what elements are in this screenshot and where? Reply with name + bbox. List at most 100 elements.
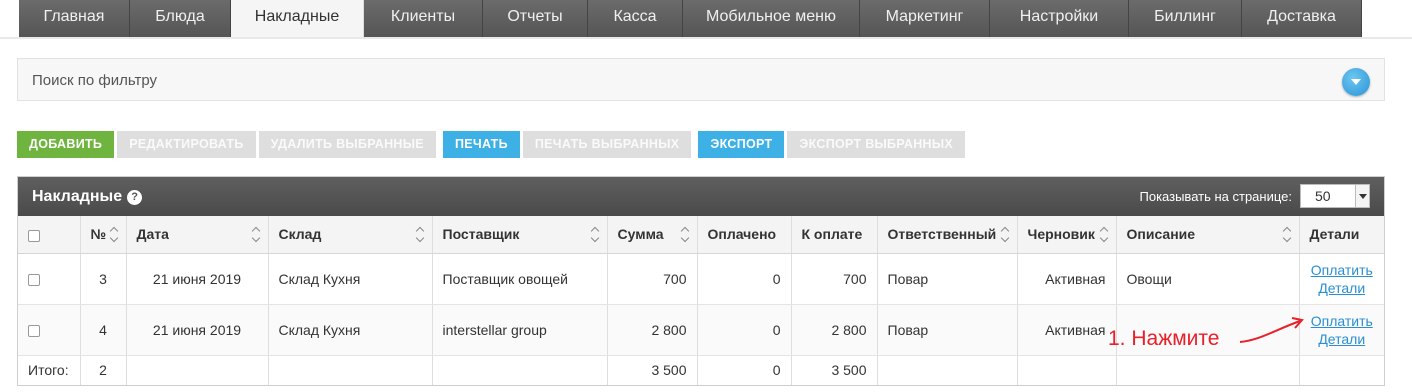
nav-tab-bar: Главная Блюда Накладные Клиенты Отчеты К… bbox=[19, 0, 1362, 38]
per-page-select[interactable]: 50 bbox=[1300, 184, 1370, 208]
cell-details: Оплатить Детали bbox=[1299, 304, 1384, 356]
per-page-value: 50 bbox=[1315, 188, 1331, 204]
header-details: Детали bbox=[1299, 216, 1384, 254]
select-all-header bbox=[18, 216, 81, 254]
sort-icon[interactable] bbox=[252, 228, 262, 242]
cell-num: 3 bbox=[80, 253, 127, 305]
panel-header: Накладные? Показывать на странице: 50 bbox=[18, 177, 1384, 216]
tab-main[interactable]: Главная bbox=[19, 0, 130, 37]
cell-draft: Активная bbox=[1017, 253, 1117, 305]
export-selected-button[interactable]: ЭКСПОРТ ВЫБРАННЫХ bbox=[787, 131, 966, 158]
header-date[interactable]: Дата bbox=[126, 216, 269, 254]
filter-panel[interactable]: Поиск по фильтру bbox=[17, 58, 1385, 101]
cell-responsible: Повар bbox=[877, 304, 1018, 356]
print-button[interactable]: ПЕЧАТЬ bbox=[442, 131, 520, 158]
totals-label: Итого: bbox=[18, 355, 81, 385]
header-responsible-label: Ответственный bbox=[887, 226, 997, 243]
header-description-label: Описание bbox=[1126, 226, 1196, 243]
header-num[interactable]: № bbox=[80, 216, 127, 254]
annotation-arrow-icon bbox=[1239, 317, 1304, 343]
header-to-pay: К оплате bbox=[791, 216, 878, 254]
action-toolbar: ДОБАВИТЬ РЕДАКТИРОВАТЬ УДАЛИТЬ ВЫБРАННЫЕ… bbox=[17, 131, 966, 158]
cell-date: 21 июня 2019 bbox=[126, 253, 269, 305]
per-page-label: Показывать на странице: bbox=[1139, 188, 1293, 204]
cell-sum: 700 bbox=[607, 253, 698, 305]
tab-reports[interactable]: Отчеты bbox=[483, 0, 588, 37]
sort-icon[interactable] bbox=[416, 228, 426, 242]
sort-icon[interactable] bbox=[1001, 228, 1011, 242]
details-link[interactable]: Детали bbox=[1310, 330, 1375, 348]
tab-mobile-menu[interactable]: Мобильное меню bbox=[683, 0, 860, 37]
header-warehouse-label: Склад bbox=[278, 226, 322, 243]
tab-settings[interactable]: Настройки bbox=[990, 0, 1129, 37]
tab-cashbox[interactable]: Касса bbox=[588, 0, 683, 37]
print-selected-button[interactable]: ПЕЧАТЬ ВЫБРАННЫХ bbox=[522, 131, 692, 158]
pay-link[interactable]: Оплатить bbox=[1310, 312, 1375, 330]
sort-icon[interactable] bbox=[681, 228, 691, 242]
empty-cell bbox=[877, 355, 1018, 385]
header-description[interactable]: Описание bbox=[1116, 216, 1300, 254]
pay-link[interactable]: Оплатить bbox=[1310, 261, 1375, 279]
export-button[interactable]: ЭКСПОРТ bbox=[698, 131, 785, 158]
tab-delivery[interactable]: Доставка bbox=[1242, 0, 1362, 37]
totals-count: 2 bbox=[80, 355, 127, 385]
empty-cell bbox=[1017, 355, 1117, 385]
totals-sum: 3 500 bbox=[607, 355, 698, 385]
help-icon[interactable]: ? bbox=[127, 190, 143, 205]
cell-to-pay: 2 800 bbox=[791, 304, 878, 356]
totals-row: Итого: 2 3 500 0 3 500 bbox=[18, 355, 1384, 385]
header-warehouse[interactable]: Склад bbox=[268, 216, 433, 254]
header-responsible[interactable]: Ответственный bbox=[877, 216, 1018, 254]
table-row: 3 21 июня 2019 Склад Кухня Поставщик ово… bbox=[18, 253, 1384, 305]
top-navigation: Главная Блюда Накладные Клиенты Отчеты К… bbox=[0, 0, 1412, 39]
empty-cell bbox=[268, 355, 433, 385]
cell-responsible: Повар bbox=[877, 253, 1018, 305]
details-link[interactable]: Детали bbox=[1310, 279, 1375, 297]
add-button[interactable]: ДОБАВИТЬ bbox=[17, 131, 115, 158]
header-supplier-label: Поставщик bbox=[442, 226, 520, 243]
panel-title-text: Накладные bbox=[32, 188, 123, 205]
row-checkbox[interactable] bbox=[28, 324, 40, 337]
invoices-panel: Накладные? Показывать на странице: 50 № … bbox=[17, 176, 1385, 386]
nav-divider bbox=[0, 37, 1412, 39]
tab-invoices[interactable]: Накладные bbox=[231, 0, 364, 38]
header-supplier[interactable]: Поставщик bbox=[432, 216, 608, 254]
cell-warehouse: Склад Кухня bbox=[268, 304, 433, 356]
sort-icon[interactable] bbox=[110, 228, 120, 242]
cell-draft: Активная bbox=[1017, 304, 1117, 356]
header-draft[interactable]: Черновик bbox=[1017, 216, 1117, 254]
expand-filter-icon[interactable] bbox=[1342, 68, 1370, 96]
header-date-label: Дата bbox=[136, 226, 169, 243]
cell-supplier: Поставщик овощей bbox=[432, 253, 608, 305]
totals-paid: 0 bbox=[697, 355, 792, 385]
annotation-text: 1. Нажмите bbox=[1108, 327, 1220, 350]
cell-paid: 0 bbox=[697, 304, 792, 356]
tab-billing[interactable]: Биллинг bbox=[1129, 0, 1242, 37]
empty-cell bbox=[1116, 355, 1300, 385]
delete-selected-button[interactable]: УДАЛИТЬ ВЫБРАННЫЕ bbox=[258, 131, 436, 158]
cell-to-pay: 700 bbox=[791, 253, 878, 305]
row-checkbox[interactable] bbox=[28, 273, 40, 286]
header-num-label: № bbox=[90, 226, 107, 243]
table-header-row: № Дата Склад Поставщик Сумма Оплачено К … bbox=[18, 216, 1384, 254]
sort-icon[interactable] bbox=[591, 228, 601, 242]
header-draft-label: Черновик bbox=[1027, 226, 1095, 243]
totals-to-pay: 3 500 bbox=[791, 355, 878, 385]
chevron-down-icon[interactable] bbox=[1355, 185, 1369, 207]
cell-details: Оплатить Детали bbox=[1299, 253, 1384, 305]
tab-clients[interactable]: Клиенты bbox=[364, 0, 483, 37]
edit-button[interactable]: РЕДАКТИРОВАТЬ bbox=[117, 131, 256, 158]
empty-cell bbox=[1299, 355, 1384, 385]
panel-title: Накладные? bbox=[32, 188, 143, 206]
per-page-control: Показывать на странице: 50 bbox=[1139, 184, 1370, 208]
sort-icon[interactable] bbox=[1100, 228, 1110, 242]
cell-supplier: interstellar group bbox=[432, 304, 608, 356]
header-paid: Оплачено bbox=[697, 216, 792, 254]
header-sum[interactable]: Сумма bbox=[607, 216, 698, 254]
empty-cell bbox=[126, 355, 269, 385]
sort-icon[interactable] bbox=[1283, 228, 1293, 242]
tab-marketing[interactable]: Маркетинг bbox=[860, 0, 990, 37]
tab-dishes[interactable]: Блюда bbox=[130, 0, 231, 37]
filter-label: Поиск по фильтру bbox=[32, 72, 158, 89]
select-all-checkbox[interactable] bbox=[28, 229, 40, 242]
